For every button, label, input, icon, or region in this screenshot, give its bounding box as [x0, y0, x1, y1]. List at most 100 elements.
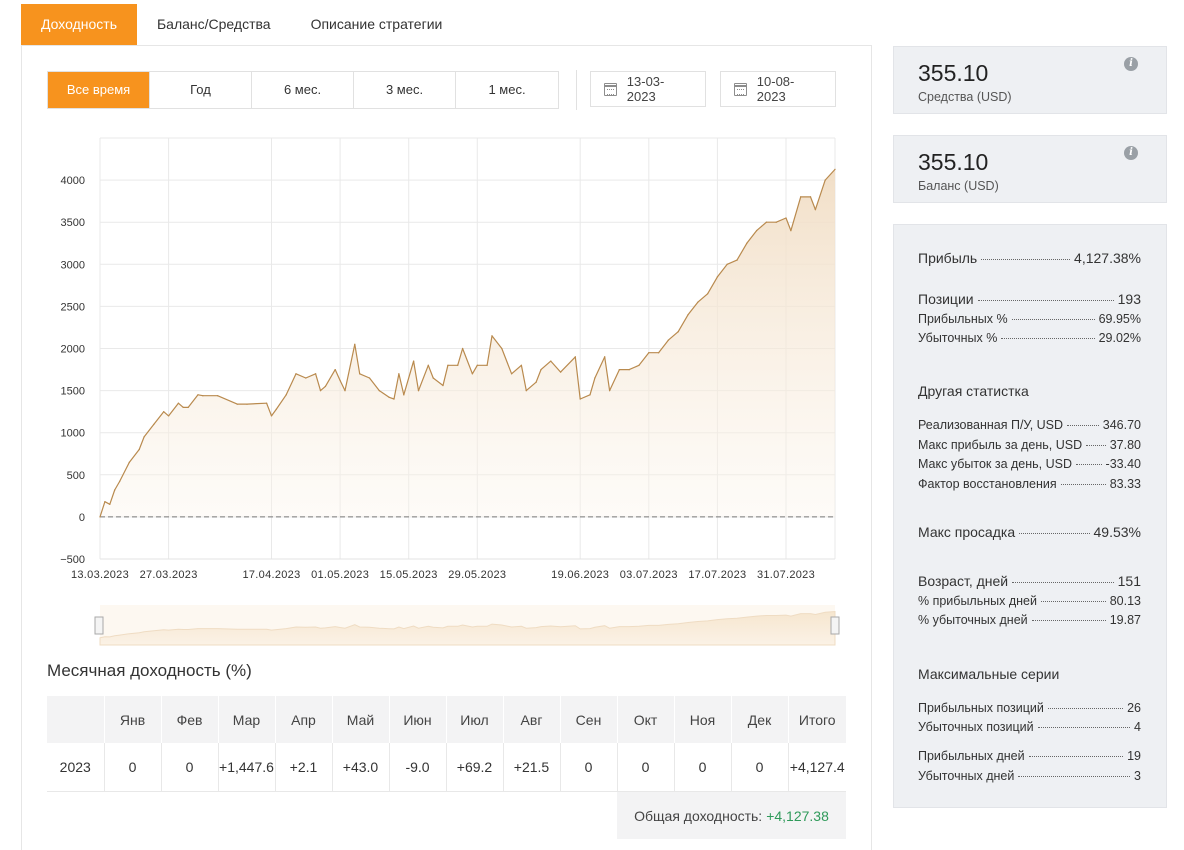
stat-losing-days: Убыточных дней 3	[918, 769, 1141, 783]
profit-point	[594, 377, 596, 379]
stat-losing-positions: Убыточных позиций 4	[918, 720, 1141, 734]
profit-point	[339, 379, 341, 382]
profit-point	[266, 402, 268, 404]
profit-point	[658, 352, 660, 354]
profit-point	[579, 398, 581, 400]
profit-point	[491, 335, 493, 337]
period-3-months-button[interactable]: 3 мес.	[354, 72, 456, 108]
profit-point	[560, 371, 562, 373]
navigator-right-handle[interactable]	[830, 616, 840, 635]
x-tick-label: 27.03.2023	[140, 569, 198, 581]
other-stats-heading: Другая статистка	[918, 383, 1029, 399]
stat-profit: Прибыль 4,127.38%	[918, 250, 1141, 266]
profit-point	[501, 347, 503, 350]
stat-profitable-pct: Прибыльных % 69.95%	[918, 312, 1141, 326]
table-row: 2023 0 0 +1,447.6 +2.1 +43.0 -9.0 +69.2 +21.5 0 0 0…	[47, 743, 846, 792]
max-series-heading: Максимальные серии	[918, 666, 1060, 682]
table-header-cell: Дек	[731, 696, 789, 743]
total-return: Общая доходность: +4,127.38	[617, 792, 846, 839]
profit-point	[540, 369, 542, 371]
profit-point	[677, 331, 679, 333]
tab-balance-equity[interactable]: Баланс/Средства	[137, 4, 291, 45]
profit-point	[319, 390, 322, 392]
profit-point	[486, 364, 488, 366]
profit-point	[388, 396, 390, 398]
profit-point	[104, 501, 106, 503]
profit-point	[834, 168, 836, 170]
month-value-cell: +1,447.6	[218, 743, 276, 792]
balance-label: Баланс (USD)	[918, 179, 999, 193]
table-header-cell: Апр	[275, 696, 333, 743]
table-header-cell: Окт	[617, 696, 675, 743]
profit-point	[354, 343, 356, 345]
stat-age-days: Возраст, дней 151	[918, 573, 1141, 589]
profit-point	[393, 398, 395, 400]
profit-point	[760, 225, 763, 227]
stat-max-drawdown: Макс просадка 49.53%	[918, 524, 1141, 540]
navigator-left-handle[interactable]	[94, 616, 104, 635]
stat-recovery-factor: Фактор восстановления 83.33	[918, 477, 1141, 491]
table-header-corner	[47, 696, 105, 743]
profit-point	[270, 415, 273, 417]
month-value-cell: 0	[104, 743, 162, 792]
x-tick-label: 29.05.2023	[448, 569, 506, 581]
x-axis: 13.03.2023 27.03.2023 17.04.2023 01.05.2023…	[71, 569, 815, 581]
profit-point	[765, 221, 768, 223]
period-1-month-button[interactable]: 1 мес.	[456, 72, 558, 108]
stat-profitable-days-pct: % прибыльных дней 80.13	[918, 594, 1141, 608]
profit-point	[809, 196, 812, 198]
profit-point	[707, 293, 709, 295]
profit-point	[628, 369, 630, 371]
info-icon[interactable]: i	[1124, 146, 1138, 160]
x-tick-label: 17.07.2023	[688, 569, 746, 581]
profit-point	[324, 385, 326, 387]
profit-point	[217, 395, 219, 397]
x-tick-label: 15.05.2023	[380, 569, 438, 581]
profit-point	[511, 373, 513, 375]
profit-point	[824, 179, 826, 181]
tab-strategy-description[interactable]: Описание стратегии	[291, 4, 463, 45]
x-tick-label: 17.04.2023	[242, 569, 300, 581]
profit-point	[153, 423, 155, 425]
profit-point	[604, 356, 606, 358]
profit-point	[525, 390, 527, 392]
profit-point	[334, 369, 336, 371]
profit-point	[574, 356, 576, 358]
profit-point	[109, 503, 111, 505]
period-all-time-button[interactable]: Все время	[48, 72, 150, 108]
stat-losing-days-pct: % убыточных дней 19.87	[918, 613, 1141, 627]
period-6-months-button[interactable]: 6 мес.	[252, 72, 354, 108]
date-to-picker[interactable]: 10-08-2023	[720, 71, 836, 107]
profit-point	[790, 230, 792, 232]
profit-point	[618, 369, 621, 371]
date-to-text: 10-08-2023	[756, 74, 795, 104]
funds-card: 355.10 Средства (USD) i	[893, 46, 1167, 114]
profit-chart[interactable]: 4000 3500 3000 2500 2000 1500 1000 500 0 −500 13.…	[40, 130, 840, 650]
stat-profitable-days: Прибыльных дней 19	[918, 749, 1141, 763]
info-icon[interactable]: i	[1124, 57, 1138, 71]
month-value-cell: 0	[731, 743, 789, 792]
profit-point	[246, 403, 248, 405]
profit-point	[177, 402, 179, 404]
stat-max-profit-day: Макс прибыль за день, USD 37.80	[918, 438, 1141, 452]
x-tick-label: 31.07.2023	[757, 569, 815, 581]
date-from-picker[interactable]: 13-03-2023	[590, 71, 706, 107]
y-tick-label: 2500	[61, 301, 85, 313]
profit-point	[442, 384, 444, 387]
profit-point	[687, 314, 689, 316]
profit-point	[775, 221, 777, 223]
profit-point	[295, 373, 297, 375]
table-header-cell: Мар	[218, 696, 276, 743]
y-tick-label: 3000	[61, 259, 85, 271]
x-tick-label: 01.05.2023	[311, 569, 369, 581]
profit-point	[726, 263, 728, 265]
table-header-cell: Фев	[161, 696, 219, 743]
balance-value: 355.10	[918, 149, 989, 175]
profit-point	[447, 364, 449, 366]
total-return-label: Общая доходность:	[634, 807, 763, 824]
tab-profitability[interactable]: Доходность	[21, 4, 137, 45]
table-header-row: Янв Фев Мар Апр Май Июн Июл Авг Сен Окт Ноя Дек Итог…	[47, 696, 846, 743]
period-year-button[interactable]: Год	[150, 72, 252, 108]
profit-point	[344, 390, 346, 392]
month-value-cell: -9.0	[389, 743, 447, 792]
